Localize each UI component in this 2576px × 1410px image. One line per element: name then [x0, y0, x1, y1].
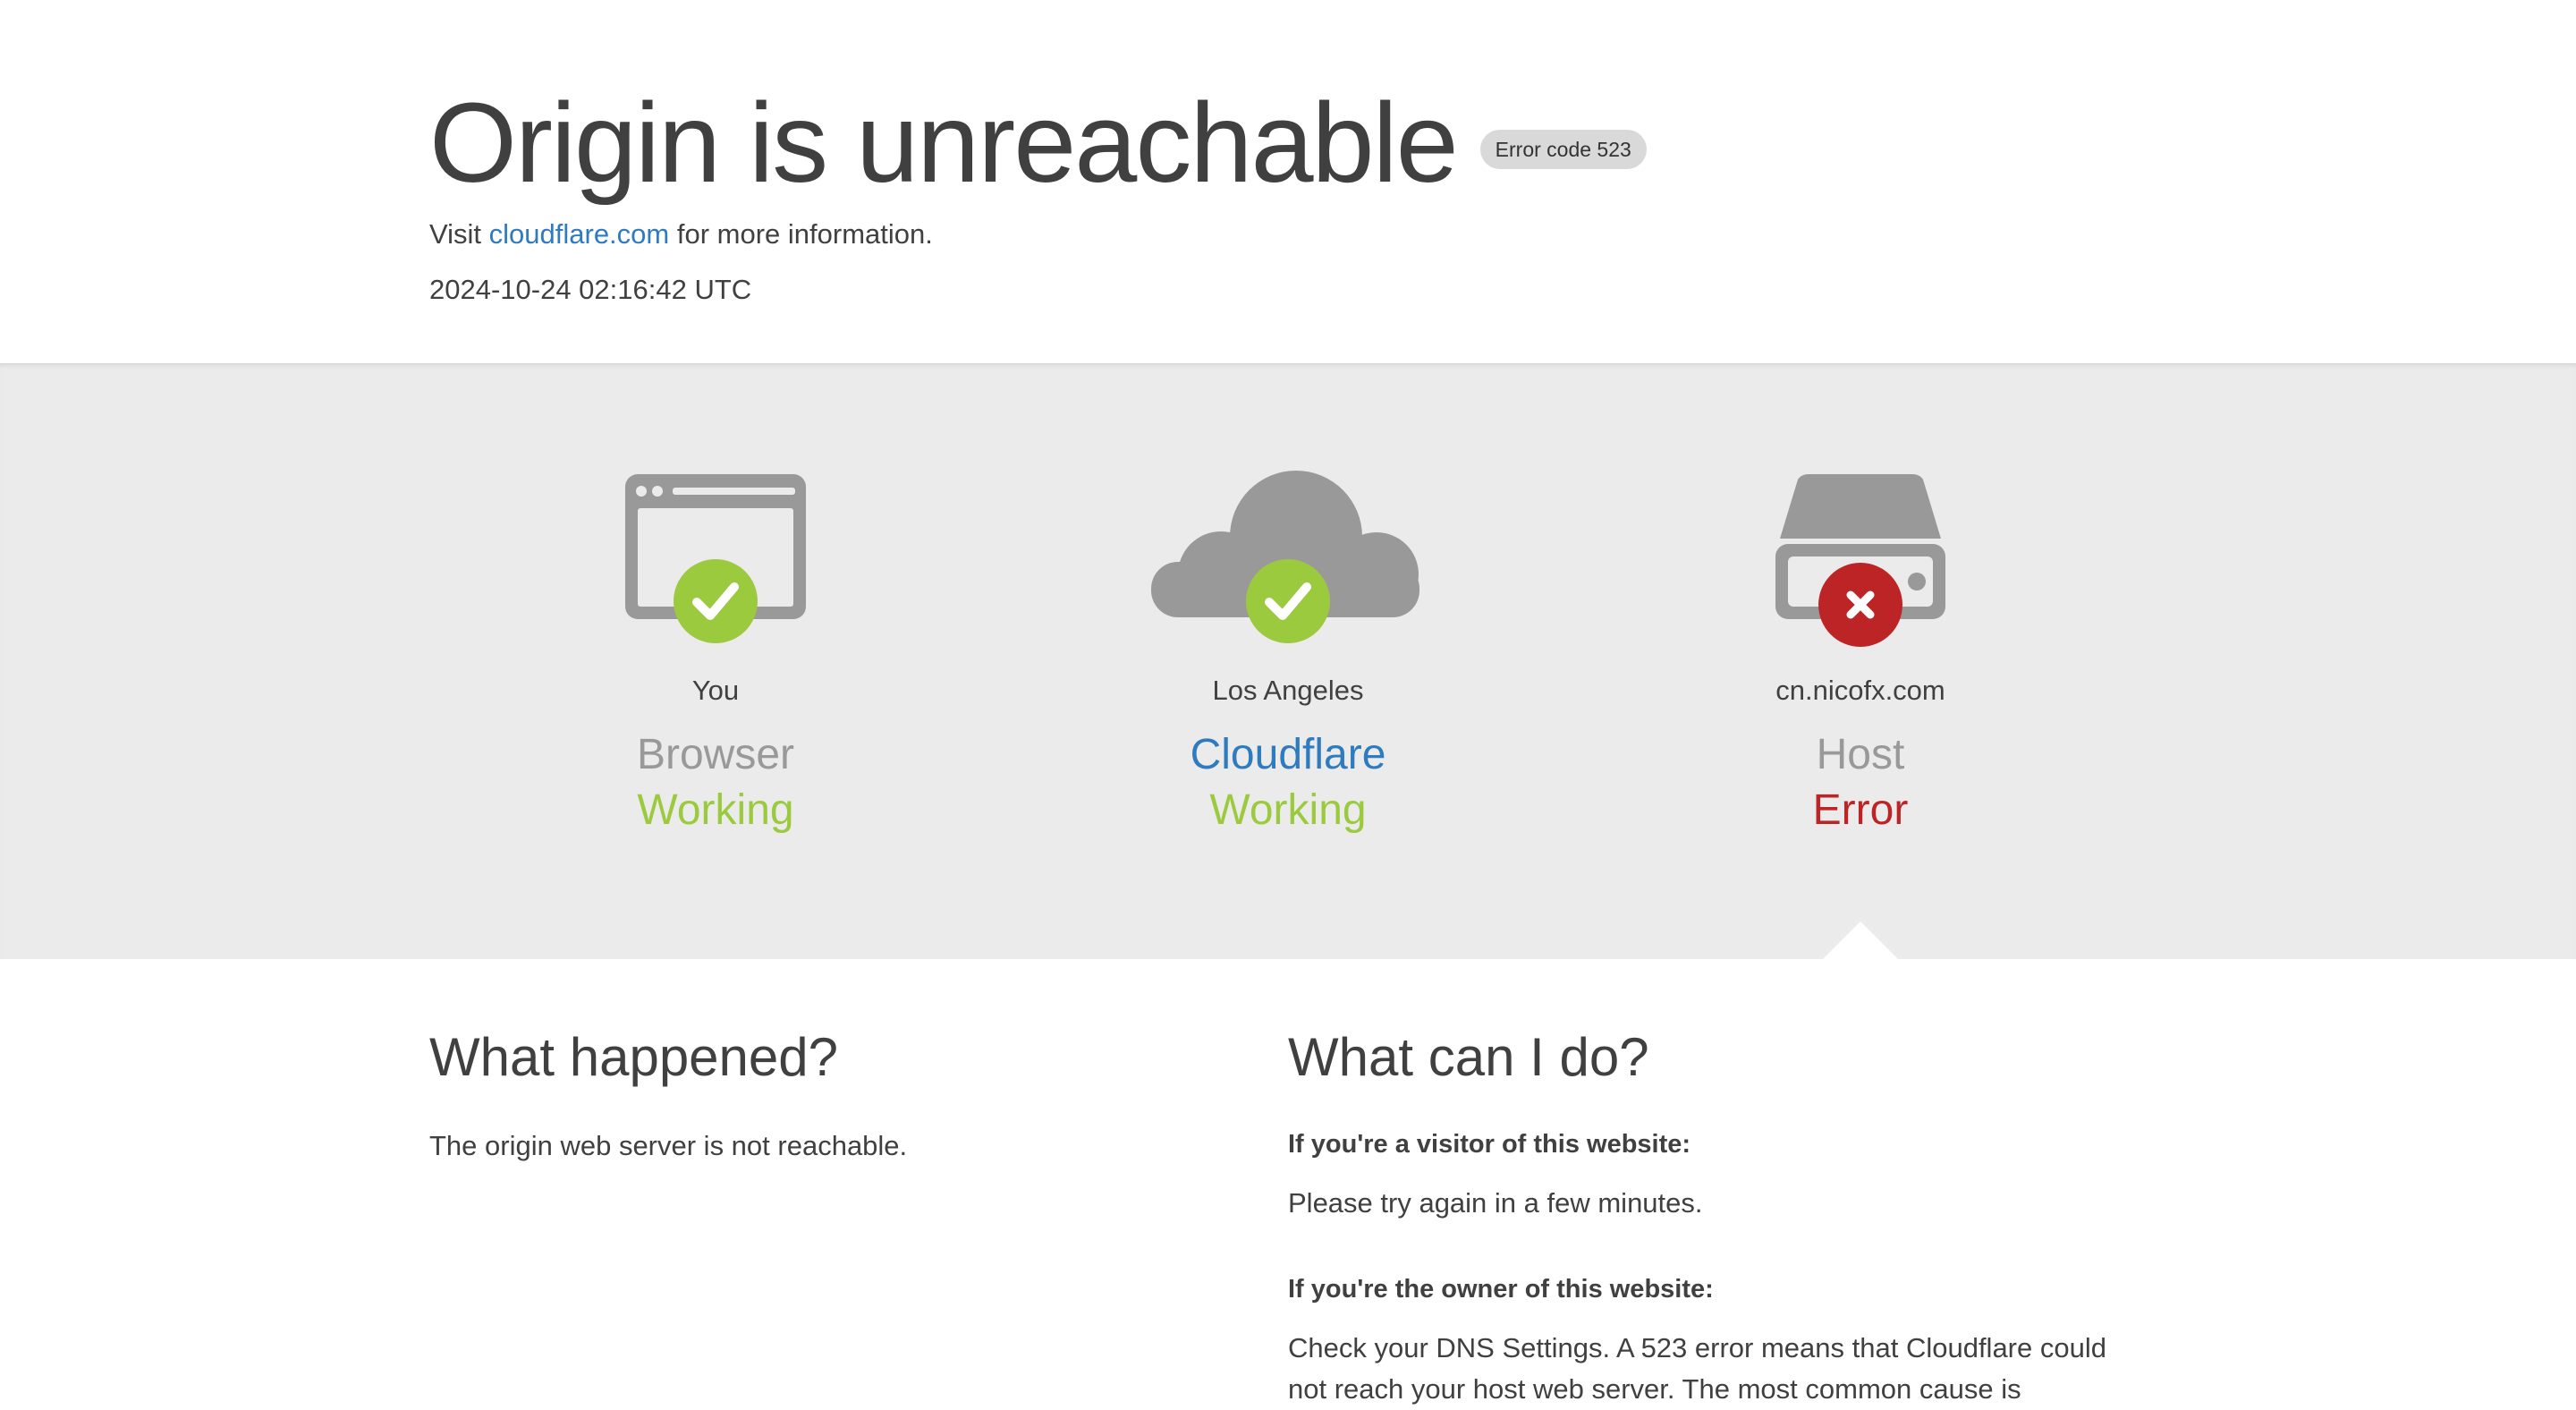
node-name: Browser	[636, 731, 795, 778]
owner-label: If you're the owner of this website:	[1288, 1275, 1714, 1304]
what-happened-heading: What happened?	[429, 1027, 839, 1087]
what-happened-text: The origin web server is not reachable.	[429, 1130, 908, 1161]
owner-text: Check your DNS Settings. A 523 error mea…	[1288, 1332, 2106, 1405]
visit-prefix: Visit	[429, 218, 482, 250]
cloud-icon	[1151, 471, 1419, 643]
node-name: Host	[1816, 731, 1905, 778]
details-section: What happened? The origin web server is …	[0, 959, 2576, 1405]
visitor-text: Please try again in a few minutes.	[1288, 1187, 1703, 1219]
x-icon	[1818, 563, 1902, 647]
node-status: Working	[637, 786, 794, 834]
node-browser: You Browser Working	[492, 456, 939, 836]
what-can-i-do-heading: What can I do?	[1288, 1027, 1649, 1087]
status-band: You Browser Working Los Angeles Cloudfla…	[0, 363, 2576, 959]
what-can-i-do-column: What can I do? If you're a visitor of th…	[1288, 1025, 2147, 1410]
error-pointer	[1823, 922, 1898, 959]
node-location: You	[691, 675, 740, 706]
check-icon	[674, 559, 758, 643]
node-location: cn.nicofx.com	[1775, 675, 1945, 706]
node-name: Cloudflare	[1190, 731, 1386, 778]
cloudflare-link[interactable]: cloudflare.com	[489, 218, 670, 250]
title-row: Origin is unreachable Error code 523	[429, 81, 1647, 206]
node-status: Error	[1812, 786, 1909, 834]
node-host: cn.nicofx.com Host Error	[1637, 456, 2084, 836]
node-cloudflare: Los Angeles Cloudflare Working	[1064, 456, 1512, 836]
page-title: Origin is unreachable	[429, 80, 1459, 206]
visit-line: Visit cloudflare.com for more informatio…	[429, 217, 933, 252]
timestamp: 2024-10-24 02:16:42 UTC	[429, 274, 752, 305]
visit-suffix: for more information.	[676, 218, 933, 250]
visitor-label: If you're a visitor of this website:	[1288, 1130, 1691, 1159]
server-icon	[1775, 474, 1945, 647]
error-code-badge: Error code 523	[1479, 130, 1647, 169]
browser-window-icon	[625, 474, 806, 643]
node-location: Los Angeles	[1212, 675, 1364, 706]
what-happened-column: What happened? The origin web server is …	[429, 1025, 1199, 1167]
check-icon	[1246, 559, 1330, 643]
node-status: Working	[1209, 786, 1367, 834]
header: Origin is unreachable Error code 523 Vis…	[0, 0, 2576, 363]
